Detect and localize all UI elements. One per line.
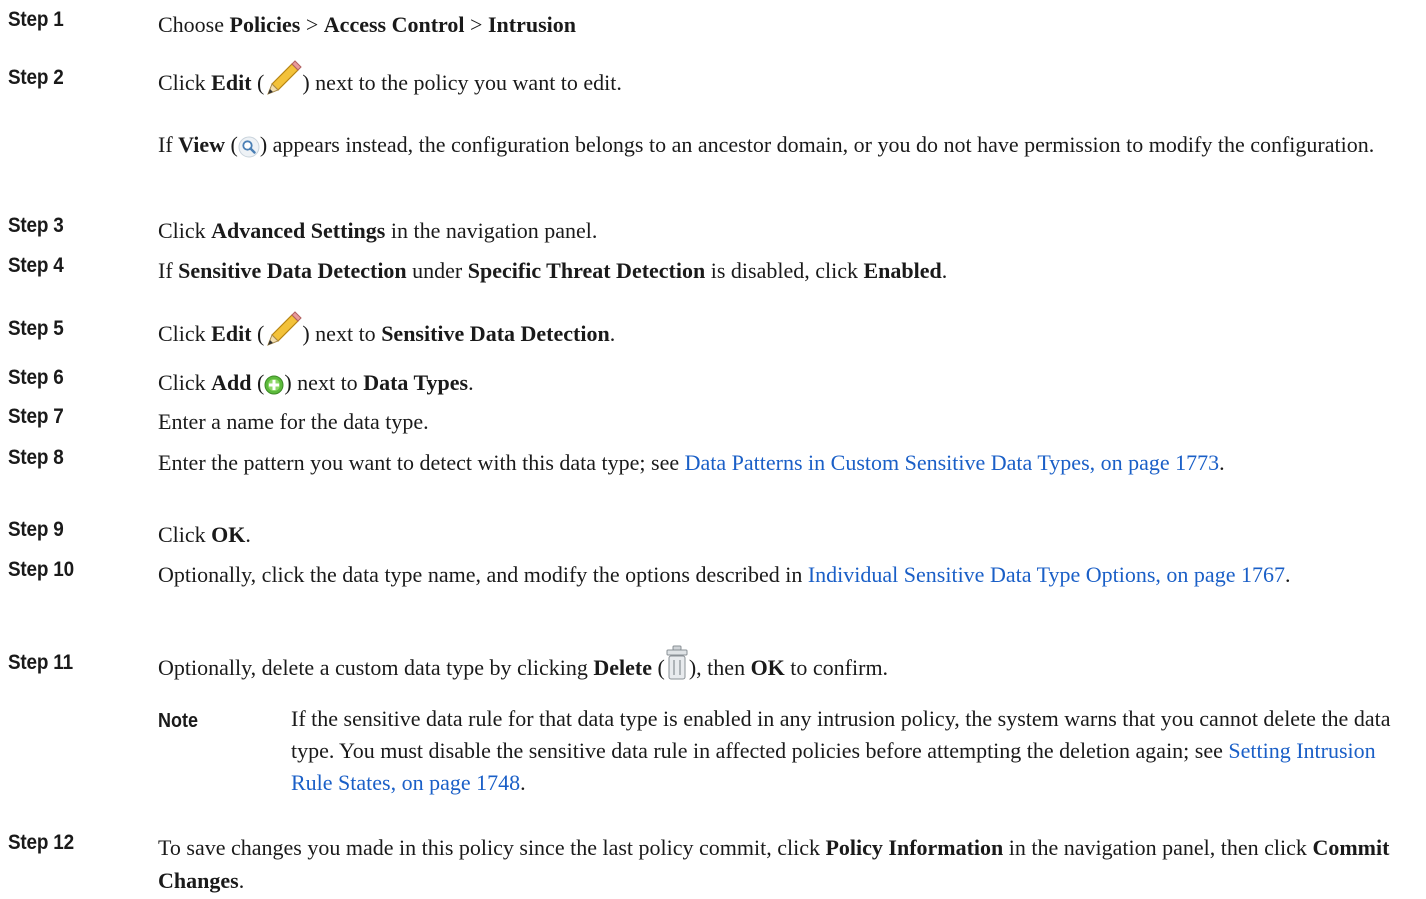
step-text: Enter a name for the data type.	[158, 409, 429, 434]
step-label: Step 4	[8, 254, 64, 277]
pencil-icon	[264, 311, 303, 349]
step-text: Click Edit ( ) next to Sensitive Data De…	[158, 311, 1412, 350]
menu-policies: Policies	[229, 12, 301, 37]
step-note-text: If View ( ) appears instead, the configu…	[158, 132, 1375, 158]
step-text: Click Add ( ) next to Data Types.	[158, 370, 474, 395]
menu-intrusion: Intrusion	[487, 12, 576, 37]
step-text: Optionally, delete a custom data type by…	[158, 645, 1412, 684]
step-label: Step 9	[8, 518, 64, 541]
note-label: Note	[158, 710, 199, 732]
note-text: If the sensitive data rule for that data…	[291, 706, 1391, 795]
step-label: Step 5	[8, 317, 64, 340]
step-text: Optionally, click the data type name, an…	[158, 562, 1291, 587]
step-label: Step 12	[8, 831, 74, 854]
step-text: If Sensitive Data Detection under Specif…	[158, 258, 948, 283]
step-text: Click Advanced Settings in the navigatio…	[158, 218, 598, 243]
sensitive-data-type-options-link[interactable]: Individual Sensitive Data Type Options, …	[808, 562, 1285, 587]
step-text: Click Edit ( ) next to the policy you wa…	[158, 60, 1412, 99]
step-label: Step 11	[8, 651, 73, 674]
step-label: Step 3	[8, 214, 64, 237]
step-text: Choose Policies > Access Control > Intru…	[158, 12, 576, 37]
step-label: Step 7	[8, 405, 64, 428]
step-label: Step 8	[8, 446, 64, 469]
menu-access-control: Access Control	[323, 12, 465, 37]
trash-icon	[665, 645, 689, 681]
magnifier-icon	[238, 136, 260, 158]
step-label: Step 1	[8, 8, 64, 31]
step-text: Click OK.	[158, 522, 251, 547]
step-label: Step 10	[8, 558, 74, 581]
step-text: Enter the pattern you want to detect wit…	[158, 450, 1225, 475]
step-text: To save changes you made in this policy …	[158, 835, 1390, 893]
step-label: Step 2	[8, 66, 64, 89]
add-circle-icon	[264, 375, 284, 395]
data-patterns-link[interactable]: Data Patterns in Custom Sensitive Data T…	[685, 450, 1220, 475]
step-label: Step 6	[8, 366, 64, 389]
pencil-icon	[264, 60, 303, 98]
